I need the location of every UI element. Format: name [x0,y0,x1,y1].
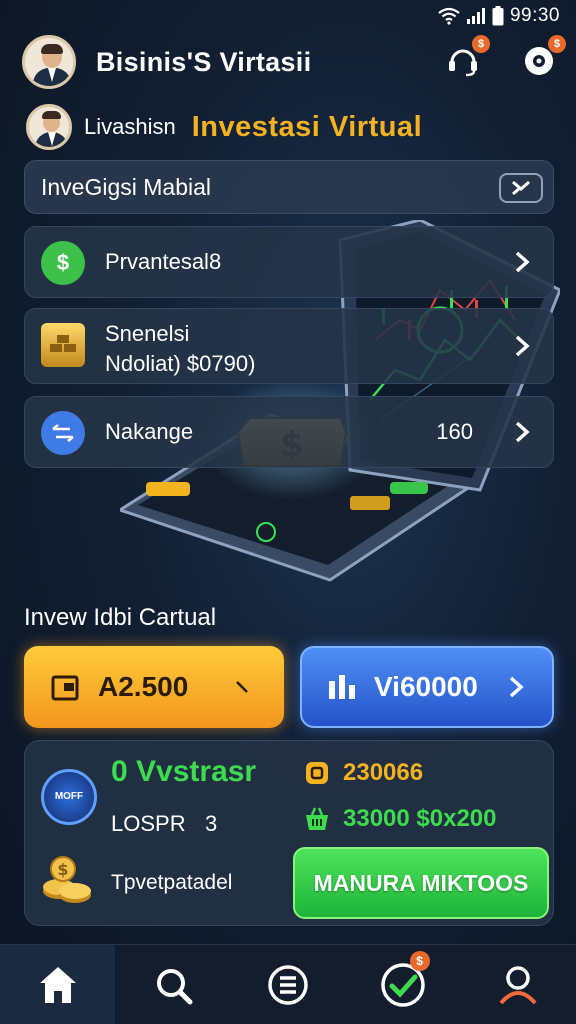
filter-icon [512,180,530,196]
wallet-icon [51,675,79,701]
sub-header: Livashisn Investasi Virtual [26,104,422,150]
search-filter-button[interactable] [499,173,543,203]
coin-balance-value: 230066 [343,759,424,786]
chevron-right-icon[interactable] [507,331,537,361]
gold-bars-icon [41,323,85,367]
chevron-right-icon [509,676,524,698]
stats-card: MOFF 0 Vvstrasr LOSPR 3 230066 33000 $0x… [24,740,554,926]
menu-item-nakange[interactable]: Nakange 160 [24,396,554,468]
search-icon [156,968,193,1004]
home-icon [39,966,76,1003]
nav-tasks-badge: $ [409,951,430,971]
wifi-icon [438,7,460,25]
stats-label-value: 3 [205,811,218,836]
menu-item-prvantesal[interactable]: $ Prvantesal8 [24,226,554,298]
app-title: Bisinis'S Virtasii [96,46,312,77]
notification-badge: $ [472,35,490,53]
chevron-right-icon[interactable] [507,247,537,277]
chart-bars-icon [329,675,355,699]
invest-total-button[interactable]: Vi60000 [300,646,554,728]
support-button[interactable]: $ [440,35,490,84]
coin-balance: 230066 [303,759,423,787]
search-label: InveGigsi Mabial [41,173,212,200]
menu-item-label: Snenelsi [105,321,190,346]
profile-icon [499,965,537,1004]
coin-icon [306,762,328,784]
section-heading: Investasi Virtual [191,110,423,143]
bottom-nav: $ [0,944,576,1024]
invest-section-title: Invew Idbi Cartual [24,604,217,631]
invest-total-value: Vi60000 [374,671,478,702]
settings-button[interactable]: $ [516,35,566,84]
svg-text:$: $ [57,860,68,879]
gauge-icon: MOFF [41,769,97,825]
invest-amount-button[interactable]: A2.500 [24,646,284,728]
money-balance: 33000 $0x200 [303,805,497,833]
status-bar: 99:30 [0,0,576,32]
nav-home[interactable] [0,945,116,1024]
stats-title: 0 Vvstrasr [111,755,257,788]
menu-item-value: 160 [436,419,473,444]
menu-item-label: Nakange [105,419,194,444]
arrow-icon [236,681,248,693]
signal-icon [466,8,485,24]
money-balance-value: 33000 $0x200 [343,805,497,832]
nav-profile[interactable] [461,945,576,1024]
search-bar[interactable]: InveGigsi Mabial [24,160,554,214]
chevron-right-icon[interactable] [507,417,537,447]
nav-search[interactable] [115,945,230,1024]
exchange-icon [41,411,85,455]
coins-stack-icon: $ [43,856,91,903]
stats-label: LOSPR [111,811,186,836]
menu-item-label: Prvantesal8 [105,249,222,274]
user-avatar[interactable] [26,104,72,150]
dollar-icon: $ [41,241,85,285]
nav-tasks[interactable]: $ [346,945,461,1024]
settings-badge: $ [548,35,566,53]
app-header: Bisinis'S Virtasii $ $ [22,32,566,92]
avatar[interactable] [22,35,76,89]
stats-footer-label: Tpvetpatadel [111,871,233,894]
menu-item-sublabel: Ndoliat) $0790) [105,351,256,376]
menu-item-snenelsi[interactable]: Snenelsi Ndoliat) $0790) [24,308,554,384]
basket-icon [306,807,328,830]
invest-amount-value: A2.500 [98,671,189,702]
list-icon [268,964,308,1005]
battery-icon [492,6,504,26]
status-time: 99:30 [509,5,560,26]
nav-list[interactable] [230,945,345,1024]
user-name: Livashisn [84,114,176,139]
primary-action-button[interactable]: MANURA MIKTOOS [293,847,549,919]
